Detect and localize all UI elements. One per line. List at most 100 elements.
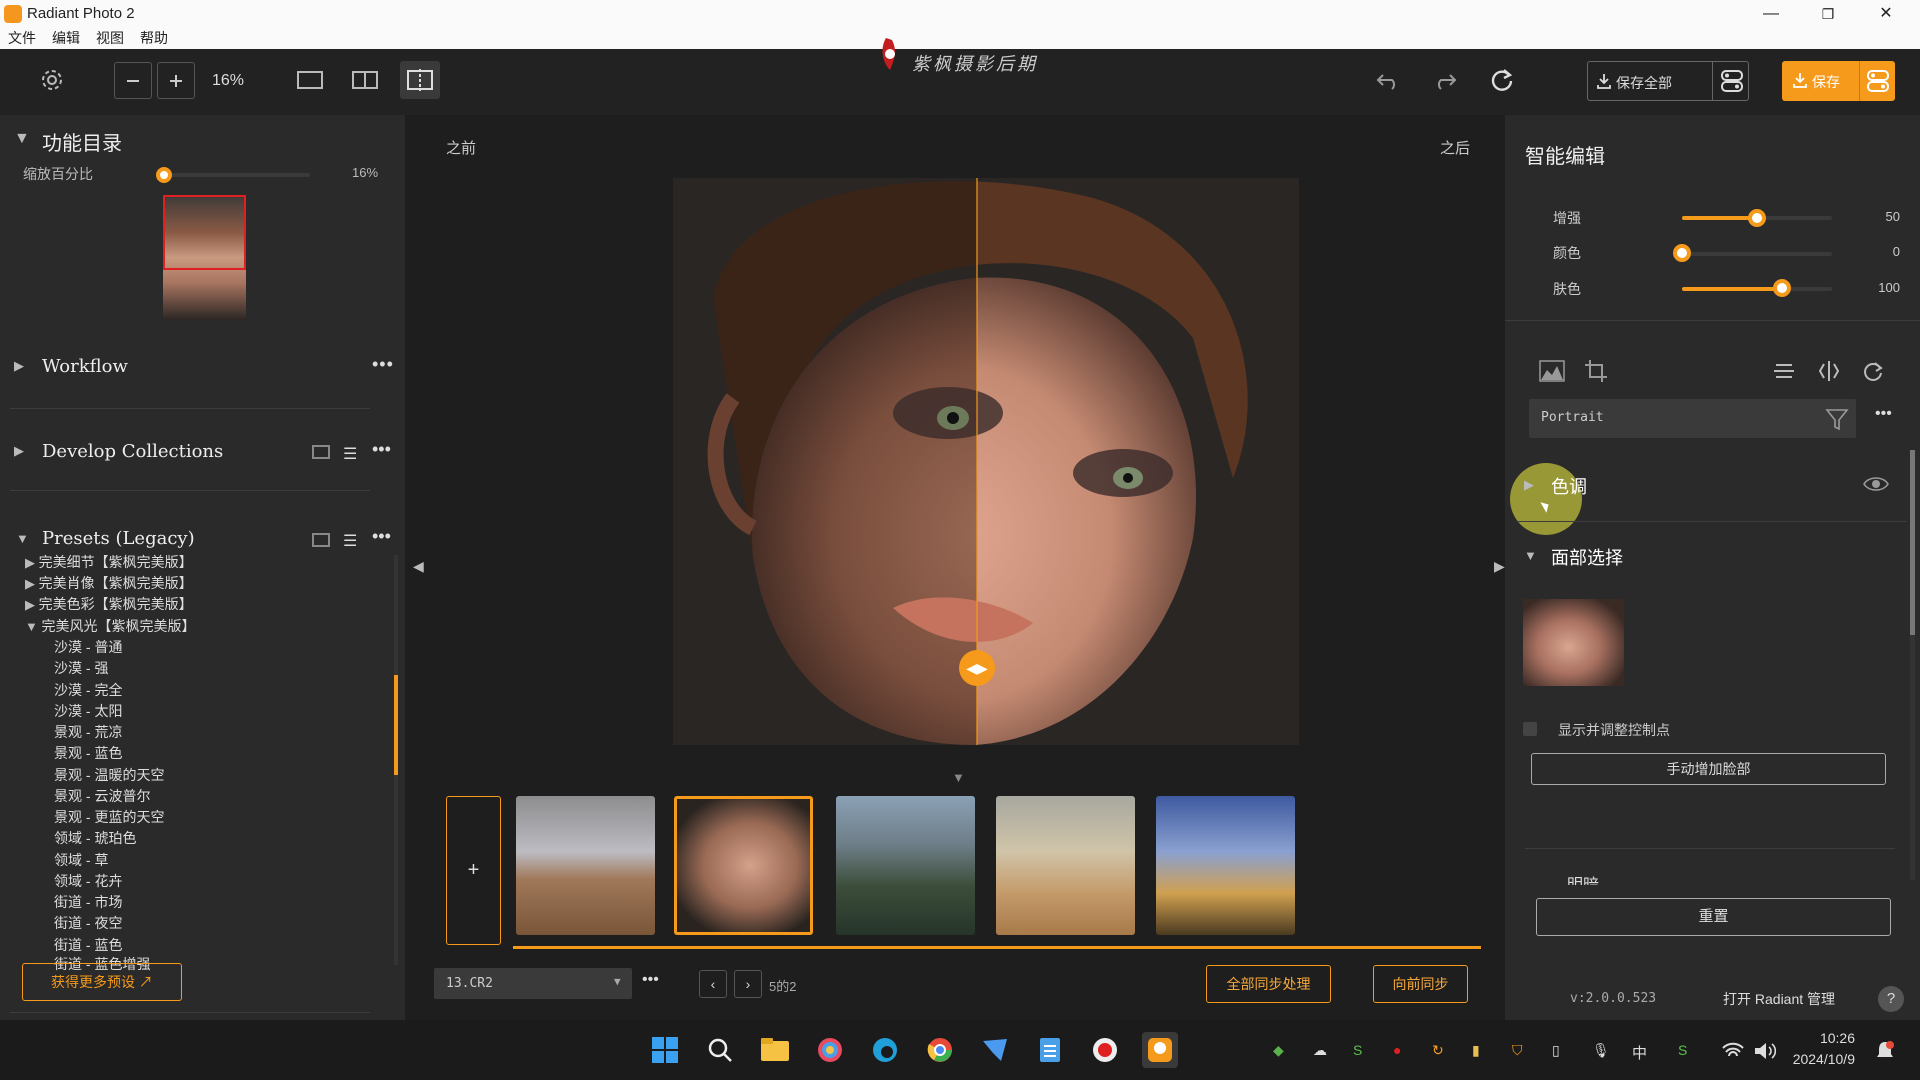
histogram-icon[interactable] (1539, 360, 1565, 382)
sync-forward-button[interactable]: 向前同步 (1373, 965, 1468, 1003)
screen-recorder-icon[interactable] (1087, 1032, 1123, 1068)
right-panel-scroll-thumb[interactable] (1910, 450, 1915, 635)
tray-s2-icon[interactable]: S (1678, 1042, 1687, 1058)
filmstrip-thumb-sand[interactable] (996, 796, 1135, 935)
tray-record-icon[interactable]: ● (1393, 1042, 1401, 1058)
preset-item[interactable]: 领域 - 草 (54, 850, 108, 870)
tray-network-app-icon[interactable]: ☁ (1313, 1042, 1327, 1059)
preset-item[interactable]: 景观 - 温暖的天空 (54, 765, 164, 785)
save-button[interactable]: 保存 (1782, 61, 1895, 101)
settings-gear-icon[interactable] (32, 61, 72, 99)
navigator-viewport[interactable] (163, 195, 246, 270)
rotate-icon[interactable] (1862, 360, 1884, 382)
prev-image-button[interactable]: ‹ (699, 970, 727, 998)
chrome-browser-icon[interactable] (922, 1032, 958, 1068)
add-image-button[interactable]: + (446, 796, 501, 945)
tone-section-header[interactable]: 色调 (1551, 473, 1587, 499)
ime-indicator[interactable]: 中 (1632, 1042, 1647, 1063)
preset-item[interactable]: 景观 - 蓝色 (54, 743, 122, 763)
tray-s-icon[interactable]: S (1353, 1042, 1362, 1058)
workflow-expand-icon[interactable]: ▶ (14, 358, 24, 374)
save-all-button[interactable]: 保存全部 (1587, 61, 1749, 101)
preset-item[interactable]: 景观 - 更蓝的天空 (54, 807, 164, 827)
show-points-checkbox[interactable] (1523, 722, 1537, 736)
tray-microphone-icon[interactable]: 🎙 (1592, 1042, 1610, 1059)
navigator-thumbnail[interactable] (163, 195, 246, 320)
preset-item[interactable]: 街道 - 蓝色 (54, 935, 122, 955)
collapse-right-panel-icon[interactable]: ▶ (1494, 558, 1505, 575)
filmstrip-thumb-portrait-selected[interactable] (674, 796, 813, 935)
preset-item[interactable]: 沙漠 - 强 (54, 658, 108, 678)
preset-item[interactable]: 领域 - 琥珀色 (54, 828, 136, 848)
preset-group-expanded[interactable]: ▼ 完美风光【紫枫完美版】 (25, 616, 195, 636)
help-icon[interactable]: ? (1878, 986, 1904, 1012)
tray-battery-icon[interactable]: ▯ (1552, 1042, 1560, 1059)
zoom-in-button[interactable] (157, 62, 195, 99)
enhance-knob[interactable] (1748, 209, 1766, 227)
wifi-icon[interactable] (1722, 1042, 1744, 1060)
catalog-collapse-icon[interactable]: ▼ (14, 130, 30, 148)
detected-face-thumbnail[interactable] (1523, 599, 1624, 686)
preset-item[interactable]: 景观 - 荒凉 (54, 722, 122, 742)
preset-item[interactable]: 沙漠 - 太阳 (54, 701, 122, 721)
restore-button[interactable]: ❐ (1800, 0, 1856, 28)
undo-icon[interactable] (1368, 61, 1408, 99)
minimize-button[interactable]: — (1743, 0, 1799, 28)
preset-item[interactable]: 沙漠 - 普通 (54, 637, 122, 657)
colorful-app-icon[interactable] (812, 1032, 848, 1068)
grid-view-icon[interactable] (312, 445, 330, 459)
tray-usb-icon[interactable]: ▮ (1472, 1042, 1480, 1059)
tray-app-icon[interactable]: ◆ (1273, 1042, 1284, 1059)
workflow-more-icon[interactable]: ••• (372, 354, 394, 375)
reset-button[interactable]: 重置 (1536, 898, 1891, 936)
preset-group[interactable]: ▶ 完美肖像【紫枫完美版】 (25, 573, 193, 593)
menu-file[interactable]: 文件 (8, 30, 36, 46)
develop-collections-expand-icon[interactable]: ▶ (14, 443, 24, 459)
zoom-out-button[interactable] (114, 62, 152, 99)
presets-scroll-thumb[interactable] (394, 675, 398, 775)
preset-more-icon[interactable]: ••• (1875, 405, 1892, 423)
face-selection-collapse-icon[interactable]: ▼ (1524, 548, 1537, 563)
crop-icon[interactable] (1584, 359, 1608, 383)
side-by-side-view-icon[interactable] (345, 61, 385, 99)
sync-all-button[interactable]: 全部同步处理 (1206, 965, 1331, 1003)
notepad-icon[interactable] (1032, 1032, 1068, 1068)
open-manager-link[interactable]: 打开 Radiant 管理 (1723, 989, 1835, 1009)
file-explorer-icon[interactable] (757, 1032, 793, 1068)
add-face-button[interactable]: 手动增加脸部 (1531, 753, 1886, 785)
develop-collections-header[interactable]: Develop Collections (42, 441, 223, 462)
develop-collections-more-icon[interactable]: ••• (372, 439, 391, 460)
close-button[interactable]: ✕ (1858, 0, 1914, 28)
preset-item[interactable]: 街道 - 夜空 (54, 913, 122, 933)
volume-icon[interactable] (1754, 1042, 1776, 1060)
skin-tone-knob[interactable] (1773, 279, 1791, 297)
reset-rotate-icon[interactable] (1482, 61, 1522, 99)
presets-list-view-icon[interactable]: ☰ (343, 531, 357, 551)
flip-vertical-icon[interactable] (1773, 360, 1795, 382)
zoom-percent-track[interactable] (160, 173, 310, 177)
eye-icon[interactable] (1863, 475, 1889, 493)
filmstrip-thumb-sunset[interactable] (1156, 796, 1295, 935)
zoom-percent-knob[interactable] (156, 167, 172, 183)
filter-icon[interactable] (1825, 407, 1849, 431)
face-selection-header[interactable]: 面部选择 (1551, 544, 1623, 570)
tray-sync-icon[interactable]: ↻ (1432, 1042, 1444, 1059)
presets-grid-view-icon[interactable] (312, 533, 330, 547)
edge-browser-icon[interactable] (867, 1032, 903, 1068)
save-options-icon[interactable] (1859, 61, 1895, 101)
next-section-header-clipped[interactable]: 明暗 (1525, 875, 1905, 885)
preset-select[interactable]: Portrait (1529, 399, 1856, 438)
preset-group[interactable]: ▶ 完美色彩【紫枫完美版】 (25, 594, 193, 614)
filmstrip-thumb-mountains[interactable] (836, 796, 975, 935)
split-view-icon[interactable] (400, 61, 440, 99)
radiant-photo-taskbar-icon[interactable] (1142, 1032, 1178, 1068)
save-all-options-icon[interactable] (1712, 62, 1750, 100)
split-handle-icon[interactable]: ◀▶ (959, 650, 995, 686)
search-icon[interactable] (702, 1032, 738, 1068)
preset-item[interactable]: 街道 - 市场 (54, 892, 122, 912)
list-view-icon[interactable]: ☰ (343, 444, 357, 464)
mail-app-icon[interactable] (977, 1032, 1013, 1068)
file-more-icon[interactable]: ••• (642, 971, 659, 989)
preset-group[interactable]: ▶ 完美细节【紫枫完美版】 (25, 552, 193, 572)
tone-expand-icon[interactable]: ▶ (1524, 477, 1534, 493)
